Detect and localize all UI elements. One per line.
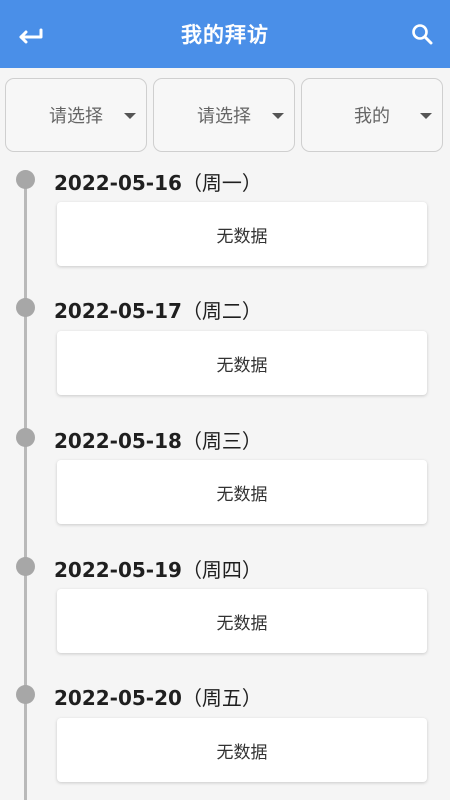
day-date: 2022-05-18 xyxy=(54,429,182,453)
day-date: 2022-05-17 xyxy=(54,299,182,323)
day-date: 2022-05-16 xyxy=(54,171,182,195)
day-card[interactable]: 无数据 xyxy=(57,718,427,782)
timeline-dot xyxy=(16,428,35,447)
day-header: 2022-05-16（周一） xyxy=(54,167,262,196)
day-card[interactable]: 无数据 xyxy=(57,202,427,266)
empty-text: 无数据 xyxy=(216,226,268,247)
day-weekday: （周一） xyxy=(181,171,262,195)
day-header: 2022-05-19（周四） xyxy=(54,554,262,583)
timeline-day: 2022-05-20（周五） 无数据 xyxy=(0,0,450,782)
day-header: 2022-05-18（周三） xyxy=(54,425,262,454)
day-weekday: （周五） xyxy=(181,686,262,710)
timeline-dot xyxy=(16,298,35,317)
empty-text: 无数据 xyxy=(216,613,268,634)
empty-text: 无数据 xyxy=(216,355,268,376)
day-weekday: （周三） xyxy=(181,429,262,453)
day-card[interactable]: 无数据 xyxy=(57,460,427,524)
day-date: 2022-05-20 xyxy=(54,686,182,710)
day-header: 2022-05-20（周五） xyxy=(54,682,262,711)
timeline-dot xyxy=(16,170,35,189)
day-date: 2022-05-19 xyxy=(54,558,182,582)
day-weekday: （周四） xyxy=(181,558,262,582)
day-weekday: （周二） xyxy=(181,299,262,323)
timeline-dot xyxy=(16,557,35,576)
day-card[interactable]: 无数据 xyxy=(57,589,427,653)
timeline-dot xyxy=(16,685,35,704)
timeline-line xyxy=(24,178,27,800)
empty-text: 无数据 xyxy=(216,484,268,505)
empty-text: 无数据 xyxy=(216,742,268,763)
day-card[interactable]: 无数据 xyxy=(57,331,427,395)
day-header: 2022-05-17（周二） xyxy=(54,295,262,324)
